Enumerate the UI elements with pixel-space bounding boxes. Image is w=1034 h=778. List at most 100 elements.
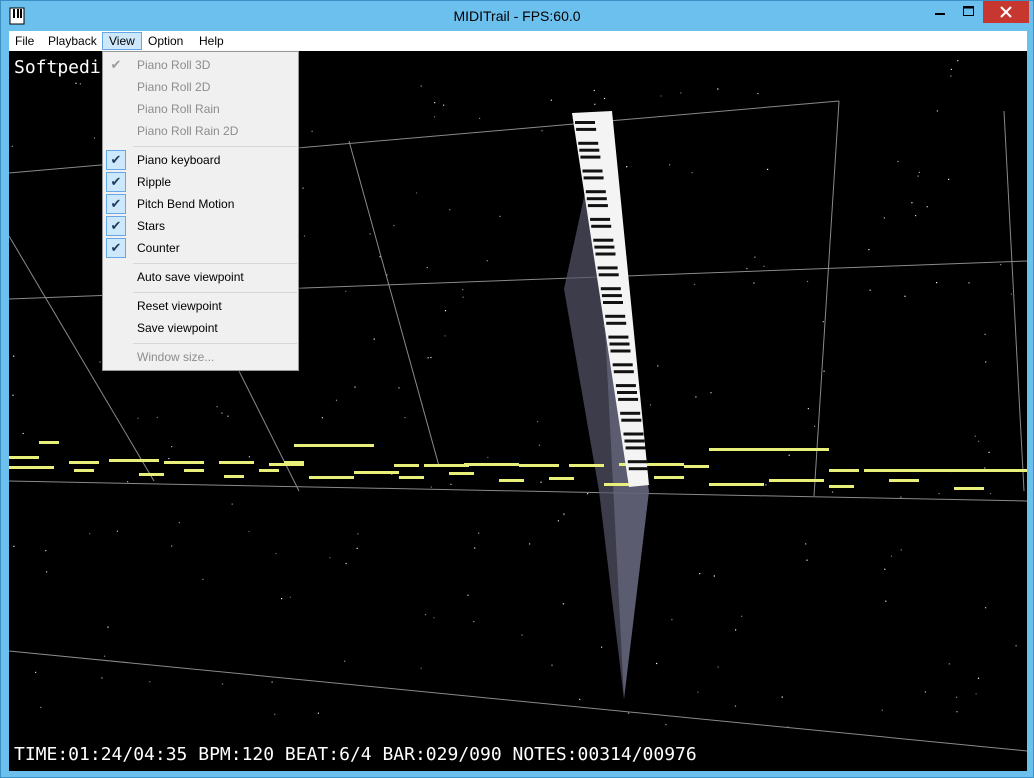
star [926, 206, 928, 208]
black-key [612, 363, 633, 367]
star [735, 629, 737, 631]
star [302, 187, 304, 189]
star [430, 356, 432, 359]
window-title: MIDITrail - FPS:60.0 [453, 8, 581, 24]
star [434, 102, 436, 104]
star [869, 289, 871, 291]
star [669, 164, 671, 166]
menu-item-counter[interactable]: ✔ Counter [103, 237, 298, 259]
note-bar [829, 485, 854, 488]
menu-item-piano-roll-rain-2d[interactable]: Piano Roll Rain 2D [103, 120, 298, 142]
note-bar [224, 475, 244, 478]
star [665, 724, 667, 726]
menu-item-reset-viewpoint[interactable]: Reset viewpoint [103, 295, 298, 317]
star [79, 83, 81, 85]
black-key [595, 252, 616, 256]
star [550, 99, 552, 101]
menu-separator [133, 263, 297, 264]
menu-file[interactable]: File [9, 32, 40, 50]
star [1015, 645, 1017, 647]
star [884, 568, 886, 570]
star [171, 545, 173, 547]
star [734, 705, 737, 707]
star [1000, 264, 1002, 266]
menu-help[interactable]: Help [193, 32, 230, 50]
star [474, 547, 476, 549]
note-bar [709, 483, 764, 486]
menu-item-auto-save-viewpoint[interactable]: Auto save viewpoint [103, 266, 298, 288]
star [444, 310, 447, 312]
star [989, 493, 992, 495]
menu-item-stars[interactable]: ✔ Stars [103, 215, 298, 237]
star [814, 425, 816, 427]
black-key [580, 155, 601, 159]
menu-item-save-viewpoint[interactable]: Save viewpoint [103, 317, 298, 339]
check-icon: ✔ [106, 172, 126, 192]
star [311, 130, 313, 132]
star [680, 92, 682, 94]
star [805, 543, 807, 545]
menu-option[interactable]: Option [142, 32, 189, 50]
star [763, 265, 765, 267]
note-bar [654, 476, 684, 479]
star [754, 256, 756, 258]
star [12, 394, 14, 396]
star [156, 416, 158, 418]
menu-item-ripple[interactable]: ✔ Ripple [103, 171, 298, 193]
star [473, 621, 475, 623]
minimize-button[interactable] [925, 1, 955, 23]
star [717, 666, 719, 668]
menu-item-piano-roll-3d[interactable]: ✔ Piano Roll 3D [103, 54, 298, 76]
menu-item-label: Auto save viewpoint [137, 270, 244, 284]
star [938, 493, 940, 495]
menu-playback[interactable]: Playback [42, 32, 103, 50]
menu-item-pitch-bend-motion[interactable]: ✔ Pitch Bend Motion [103, 193, 298, 215]
star [691, 172, 693, 174]
star [911, 202, 913, 204]
star [216, 406, 218, 408]
menu-item-label: Piano Roll Rain [137, 102, 220, 116]
star [357, 533, 359, 535]
star [427, 357, 429, 359]
black-key [582, 169, 603, 173]
star [950, 75, 952, 77]
note-bar [139, 473, 164, 476]
note-bar [864, 469, 894, 472]
menu-item-piano-roll-2d[interactable]: Piano Roll 2D [103, 76, 298, 98]
star [579, 698, 581, 700]
black-key [587, 204, 608, 208]
star [434, 116, 436, 118]
star [807, 408, 809, 410]
menu-item-label: Piano keyboard [137, 153, 221, 167]
black-key [586, 197, 607, 201]
star [171, 446, 173, 448]
star [713, 575, 715, 577]
star [487, 456, 489, 458]
menu-item-window-size[interactable]: Window size... [103, 346, 298, 368]
star [968, 282, 970, 284]
close-button[interactable] [983, 1, 1029, 23]
star [563, 513, 565, 515]
title-bar[interactable]: MIDITrail - FPS:60.0 [1, 1, 1033, 31]
star [103, 655, 106, 657]
note-bar [989, 469, 1027, 472]
check-icon: ✔ [106, 194, 126, 214]
star [649, 404, 652, 406]
black-key [621, 418, 642, 422]
star [587, 493, 589, 495]
menu-item-piano-keyboard[interactable]: ✔ Piano keyboard [103, 149, 298, 171]
star [806, 280, 809, 283]
menu-view[interactable]: View [102, 32, 142, 50]
black-key [620, 411, 641, 415]
star [462, 296, 464, 298]
maximize-button[interactable] [955, 1, 983, 23]
black-key [590, 217, 611, 221]
star [317, 712, 319, 714]
star [984, 333, 986, 335]
note-bar [769, 479, 824, 482]
menu-item-label: Piano Roll Rain 2D [137, 124, 239, 138]
star [149, 681, 151, 683]
menu-item-piano-roll-rain[interactable]: Piano Roll Rain [103, 98, 298, 120]
star [977, 677, 980, 679]
note-bar [184, 469, 204, 472]
